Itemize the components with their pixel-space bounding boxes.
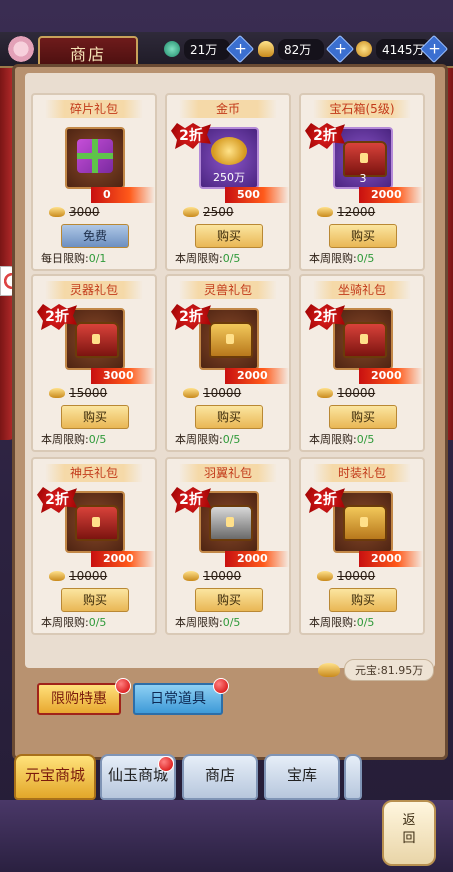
buy-button[interactable]: 购买 [61, 588, 129, 612]
buy-button[interactable]: 购买 [329, 405, 397, 429]
blossom-decoration-icon [6, 34, 36, 64]
item-grid-panel: 碎片礼包 0 3000 免费 每日限购:0/1 金币 250万 2折 500 2… [25, 73, 435, 681]
shop-card: 神兵礼包 2折 2000 10000 购买 本周限购:0/5 [31, 457, 157, 635]
purchase-limit: 本周限购:0/5 [309, 616, 375, 629]
item-slot[interactable] [199, 491, 259, 553]
gold-ingot-icon [317, 388, 333, 398]
buy-button[interactable]: 购买 [195, 405, 263, 429]
shop-card: 宝石箱(5级) 3 2折 2000 12000 购买 本周限购:0/5 [299, 93, 425, 271]
gold-ingot-icon [49, 388, 65, 398]
item-slot[interactable] [333, 491, 393, 553]
purchase-limit: 本周限购:0/5 [175, 616, 241, 629]
gold-coins-icon [211, 137, 247, 165]
resource-jade: 21万 [164, 38, 230, 60]
item-slot[interactable]: 3 [333, 127, 393, 189]
original-price: 3000 [49, 205, 100, 219]
purchase-limit: 本周限购:0/5 [175, 252, 241, 265]
coin-icon [356, 41, 372, 57]
tab-limited-offers[interactable]: 限购特惠 [37, 683, 121, 715]
nav-more[interactable] [344, 754, 362, 800]
beast-chest-icon [209, 322, 253, 358]
notification-dot [158, 756, 174, 772]
gold-ingot-icon [183, 388, 199, 398]
sale-price: 3000 [91, 368, 155, 384]
gift-box-slot[interactable] [65, 127, 125, 189]
purchase-limit: 本周限购:0/5 [41, 433, 107, 446]
gold-ingot-icon [183, 571, 199, 581]
gold-ingot-icon [49, 571, 65, 581]
original-price: 10000 [317, 569, 375, 583]
shop-frame: 碎片礼包 0 3000 免费 每日限购:0/1 金币 250万 2折 500 2… [12, 64, 448, 760]
gold-ingot-icon [258, 41, 274, 57]
buy-button[interactable]: 购买 [195, 588, 263, 612]
original-price: 10000 [49, 569, 107, 583]
shop-card: 碎片礼包 0 3000 免费 每日限购:0/1 [31, 93, 157, 271]
ingot-balance: 元宝:81.95万 [318, 659, 435, 681]
buy-button[interactable]: 购买 [195, 224, 263, 248]
shop-card: 时装礼包 2折 2000 10000 购买 本周限购:0/5 [299, 457, 425, 635]
purchase-limit: 每日限购:0/1 [41, 252, 107, 265]
gift-icon [77, 139, 113, 173]
artifact-chest-icon [75, 322, 119, 358]
tab-daily-items[interactable]: 日常道具 [133, 683, 223, 715]
item-slot[interactable] [333, 308, 393, 370]
purchase-limit: 本周限购:0/5 [309, 252, 375, 265]
buy-button[interactable]: 购买 [61, 405, 129, 429]
notification-dot [213, 678, 229, 694]
page-title: 商店 [69, 45, 106, 64]
buy-button[interactable]: 购买 [329, 588, 397, 612]
shop-card: 灵器礼包 2折 3000 15000 购买 本周限购:0/5 [31, 274, 157, 452]
weapon-chest-icon [75, 505, 119, 541]
sale-price: 2000 [225, 551, 289, 567]
sale-price: 2000 [91, 551, 155, 567]
original-price: 12000 [317, 205, 375, 219]
gold-ingot-icon [317, 207, 333, 217]
shop-card: 坐骑礼包 2折 2000 10000 购买 本周限购:0/5 [299, 274, 425, 452]
gold-ingot-icon [49, 207, 65, 217]
sale-price: 0 [91, 187, 155, 203]
purchase-limit: 本周限购:0/5 [41, 616, 107, 629]
mount-chest-icon [343, 322, 387, 358]
sale-price: 2000 [225, 368, 289, 384]
notification-dot [115, 678, 131, 694]
shop-card: 金币 250万 2折 500 2500 购买 本周限购:0/5 [165, 93, 291, 271]
original-price: 10000 [183, 386, 241, 400]
sale-price: 2000 [359, 187, 423, 203]
shop-card: 羽翼礼包 2折 2000 10000 购买 本周限购:0/5 [165, 457, 291, 635]
resource-gold-ingot: 82万 [258, 38, 324, 60]
jade-icon [164, 41, 180, 57]
original-price: 15000 [49, 386, 107, 400]
back-button[interactable]: 返 回 [382, 800, 436, 866]
buy-button[interactable]: 购买 [329, 224, 397, 248]
item-slot[interactable] [199, 308, 259, 370]
purchase-limit: 本周限购:0/5 [175, 433, 241, 446]
sale-price: 500 [225, 187, 289, 203]
sale-price: 2000 [359, 551, 423, 567]
gold-ingot-icon [317, 571, 333, 581]
original-price: 10000 [317, 386, 375, 400]
sale-price: 2000 [359, 368, 423, 384]
nav-shop[interactable]: 商店 [182, 754, 258, 800]
item-slot[interactable]: 250万 [199, 127, 259, 189]
gold-ingot-icon [183, 207, 199, 217]
wing-chest-icon [209, 505, 253, 541]
fashion-chest-icon [343, 505, 387, 541]
nav-treasury[interactable]: 宝库 [264, 754, 340, 800]
gold-ingot-icon [318, 663, 340, 677]
original-price: 10000 [183, 569, 241, 583]
item-slot[interactable] [65, 491, 125, 553]
purchase-limit: 本周限购:0/5 [309, 433, 375, 446]
shop-card: 灵兽礼包 2折 2000 10000 购买 本周限购:0/5 [165, 274, 291, 452]
original-price: 2500 [183, 205, 234, 219]
nav-ingot-mall[interactable]: 元宝商城 [14, 754, 96, 800]
item-slot[interactable] [65, 308, 125, 370]
free-button[interactable]: 免费 [61, 224, 129, 248]
